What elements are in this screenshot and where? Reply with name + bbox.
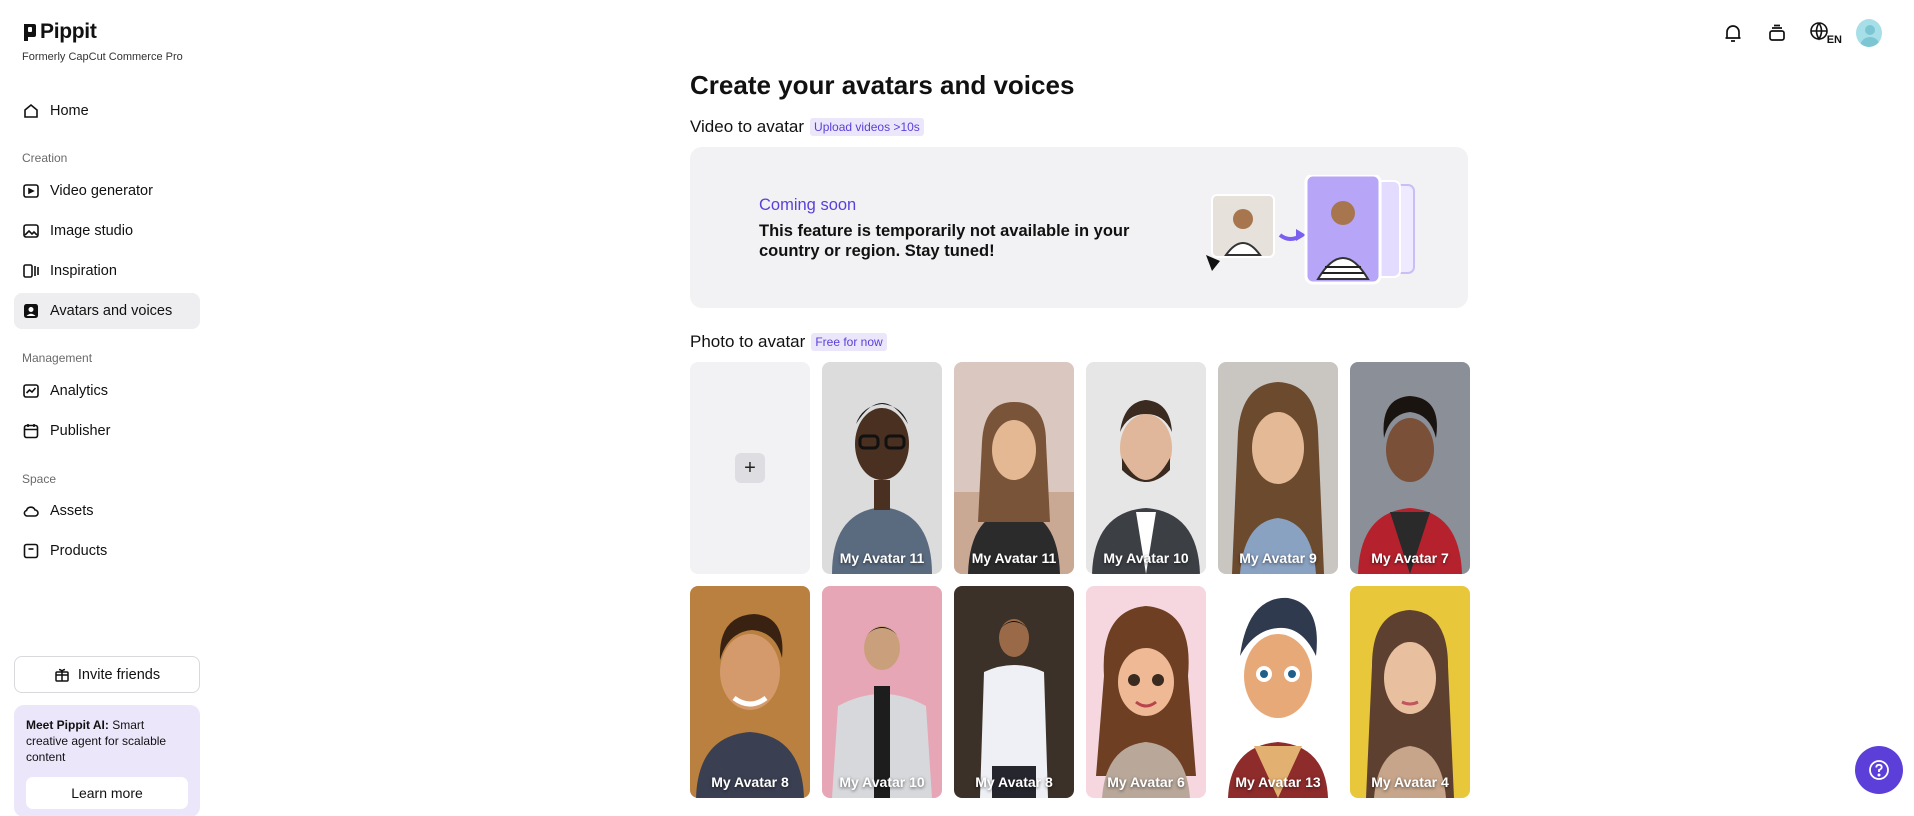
section-heading: Video to avatar bbox=[690, 117, 805, 136]
sidebar-item-avatars-and-voices[interactable]: Avatars and voices bbox=[14, 293, 200, 329]
avatar-thumbnail bbox=[1218, 586, 1338, 798]
coming-soon-text: This feature is temporarily not availabl… bbox=[759, 222, 1130, 260]
sidebar-item-label: Avatars and voices bbox=[50, 303, 173, 319]
pippit-logo-icon bbox=[24, 24, 36, 41]
video-plus-icon bbox=[23, 184, 39, 198]
brand-subtitle: Formerly CapCut Commerce Pro bbox=[22, 51, 183, 63]
language-code: EN bbox=[1826, 34, 1842, 46]
sidebar-item-label: Analytics bbox=[50, 383, 109, 399]
sidebar-item-image-studio[interactable]: Image studio bbox=[14, 213, 200, 249]
cloud-icon bbox=[23, 506, 39, 517]
analytics-icon bbox=[23, 384, 39, 398]
calendar-icon bbox=[23, 424, 39, 439]
question-icon bbox=[1869, 760, 1889, 780]
avatar-card[interactable]: My Avatar 10 bbox=[822, 586, 942, 798]
upload-hint-badge: Upload videos >10s bbox=[810, 118, 924, 136]
avatar-card-label: My Avatar 4 bbox=[1371, 774, 1449, 790]
avatar-thumbnail bbox=[822, 362, 942, 574]
gift-icon bbox=[55, 668, 69, 682]
avatar-thumbnail bbox=[822, 586, 942, 798]
avatar-card[interactable]: My Avatar 6 bbox=[1086, 586, 1206, 798]
avatar-thumbnail bbox=[954, 586, 1074, 798]
avatar-thumbnail bbox=[954, 362, 1074, 574]
sidebar-item-assets[interactable]: Assets bbox=[14, 493, 200, 529]
sidebar-item-label: Inspiration bbox=[50, 263, 117, 279]
avatar-thumbnail bbox=[1218, 362, 1338, 574]
section-label-management: Management bbox=[22, 351, 93, 365]
header-actions: EN bbox=[1720, 19, 1882, 47]
sidebar-item-inspiration[interactable]: Inspiration bbox=[14, 253, 200, 289]
avatar-thumbnail bbox=[1350, 586, 1470, 798]
avatar-card[interactable]: My Avatar 13 bbox=[1218, 586, 1338, 798]
avatar-card-label: My Avatar 6 bbox=[1107, 774, 1185, 790]
avatar-card-label: My Avatar 13 bbox=[1235, 774, 1321, 790]
avatar-card-label: My Avatar 9 bbox=[1239, 550, 1317, 566]
coming-soon-card: Coming soon This feature is temporarily … bbox=[690, 147, 1468, 308]
avatar-card[interactable]: My Avatar 4 bbox=[1350, 586, 1470, 798]
sidebar-item-label: Publisher bbox=[50, 423, 111, 439]
avatar-card[interactable]: My Avatar 7 bbox=[1350, 362, 1470, 574]
avatar-card[interactable]: My Avatar 8 bbox=[690, 586, 810, 798]
user-avatar-button[interactable] bbox=[1856, 19, 1882, 47]
section-heading: Photo to avatar bbox=[690, 332, 806, 351]
sidebar-item-home[interactable]: Home bbox=[14, 93, 200, 129]
avatar-card[interactable]: My Avatar 10 bbox=[1086, 362, 1206, 574]
avatar-thumbnail bbox=[1086, 362, 1206, 574]
brand-name: Pippit bbox=[40, 20, 97, 43]
page-title: Create your avatars and voices bbox=[690, 70, 1075, 100]
plus-icon: + bbox=[735, 453, 765, 483]
avatar-card-label: My Avatar 11 bbox=[971, 550, 1057, 566]
sidebar-item-video-generator[interactable]: Video generator bbox=[14, 173, 200, 209]
photo-to-avatar-header: Photo to avatar Free for now bbox=[690, 332, 887, 352]
add-avatar-tile[interactable]: + bbox=[690, 362, 810, 574]
section-label-space: Space bbox=[22, 472, 57, 486]
avatar-card-label: My Avatar 11 bbox=[839, 550, 925, 566]
avatar-card[interactable]: My Avatar 8 bbox=[954, 586, 1074, 798]
sidebar-item-publisher[interactable]: Publisher bbox=[14, 413, 200, 449]
sidebar: Pippit Formerly CapCut Commerce Pro Home… bbox=[0, 0, 214, 816]
language-button[interactable]: EN bbox=[1808, 20, 1842, 46]
stack-icon bbox=[1769, 24, 1785, 41]
sidebar-item-label: Image studio bbox=[50, 223, 134, 239]
invite-friends-label: Invite friends bbox=[77, 666, 161, 683]
avatar-card-label: My Avatar 10 bbox=[839, 774, 925, 790]
sidebar-item-label: Video generator bbox=[50, 183, 153, 199]
video-to-avatar-header: Video to avatar Upload videos >10s bbox=[690, 117, 924, 137]
avatar-icon bbox=[24, 304, 38, 318]
user-avatar bbox=[1856, 19, 1882, 47]
stack-button[interactable] bbox=[1764, 20, 1790, 46]
avatar-thumbnail bbox=[690, 586, 810, 798]
home-icon bbox=[24, 103, 38, 118]
bell-icon bbox=[1725, 25, 1741, 42]
avatar-card[interactable]: My Avatar 11 bbox=[954, 362, 1074, 574]
avatar-thumbnail bbox=[1086, 586, 1206, 798]
avatar-card-label: My Avatar 7 bbox=[1371, 550, 1449, 566]
avatar-card-label: My Avatar 10 bbox=[1103, 550, 1189, 566]
avatar-card[interactable]: My Avatar 11 bbox=[822, 362, 942, 574]
product-box-icon bbox=[23, 543, 39, 559]
avatar-card-label: My Avatar 8 bbox=[711, 774, 789, 790]
promo-card: Meet Pippit AI: Smart creative agent for… bbox=[14, 705, 200, 816]
learn-more-button[interactable]: Learn more bbox=[26, 777, 188, 809]
help-button[interactable] bbox=[1855, 746, 1903, 794]
inspiration-icon bbox=[23, 264, 39, 278]
avatar-card[interactable]: My Avatar 9 bbox=[1218, 362, 1338, 574]
sidebar-item-label: Assets bbox=[50, 503, 94, 519]
logo[interactable]: Pippit bbox=[22, 20, 97, 44]
invite-friends-button[interactable]: Invite friends bbox=[14, 656, 200, 693]
avatar-thumbnail bbox=[1350, 362, 1470, 574]
free-badge: Free for now bbox=[811, 333, 887, 351]
sidebar-item-label: Products bbox=[50, 543, 108, 559]
section-label-creation: Creation bbox=[22, 151, 68, 165]
promo-bold: Meet Pippit AI: bbox=[26, 718, 109, 732]
sidebar-item-analytics[interactable]: Analytics bbox=[14, 373, 200, 409]
video-avatar-illustration bbox=[1206, 175, 1415, 285]
coming-soon-title: Coming soon bbox=[759, 196, 857, 214]
notifications-button[interactable] bbox=[1720, 20, 1746, 46]
promo-text: Meet Pippit AI: Smart creative agent for… bbox=[26, 717, 188, 765]
sidebar-item-products[interactable]: Products bbox=[14, 533, 200, 569]
image-icon bbox=[23, 224, 39, 238]
sidebar-item-label: Home bbox=[50, 103, 89, 119]
avatar-card-label: My Avatar 8 bbox=[975, 774, 1053, 790]
